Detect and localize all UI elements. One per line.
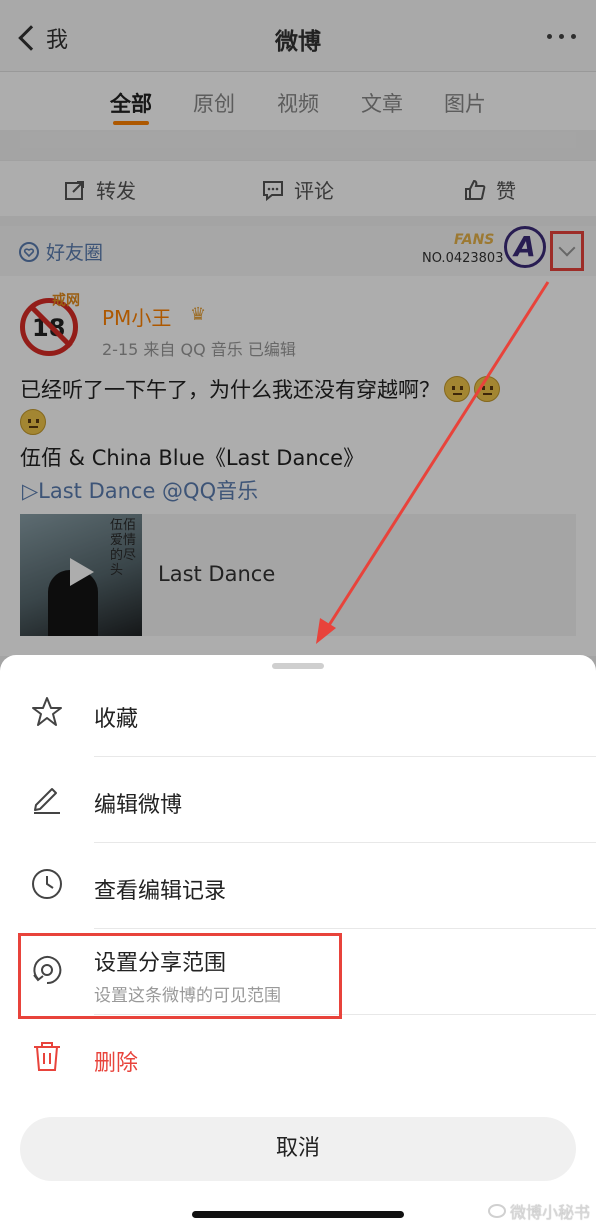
annotation-highlight-box	[18, 933, 342, 1019]
trash-icon	[34, 1042, 60, 1071]
menu-item-delete[interactable]: 删除	[0, 1015, 596, 1101]
star-icon	[32, 697, 62, 726]
cancel-button[interactable]: 取消	[20, 1117, 576, 1181]
weibo-logo-icon	[488, 1204, 506, 1218]
menu-item-label: 收藏	[94, 707, 139, 732]
pencil-icon	[34, 788, 60, 814]
home-indicator[interactable]	[192, 1211, 404, 1218]
menu-item-edit[interactable]: 编辑微博	[0, 757, 596, 843]
menu-item-label: 删除	[94, 1051, 139, 1076]
watermark-text: 微博小秘书	[510, 1203, 591, 1222]
sheet-handle[interactable]	[272, 663, 324, 669]
clock-icon	[32, 869, 62, 899]
annotation-arrow-icon	[316, 281, 550, 644]
menu-item-label: 编辑微博	[94, 793, 183, 818]
watermark: 微博小秘书	[488, 1199, 590, 1223]
menu-item-favorite[interactable]: 收藏	[0, 671, 596, 757]
menu-item-edit-history[interactable]: 查看编辑记录	[0, 843, 596, 929]
action-sheet: 收藏 编辑微博 查看编辑记录 设置分享范围 设置这条微博的可见范围 删除 取消 …	[0, 655, 596, 1223]
menu-item-label: 查看编辑记录	[94, 879, 227, 904]
